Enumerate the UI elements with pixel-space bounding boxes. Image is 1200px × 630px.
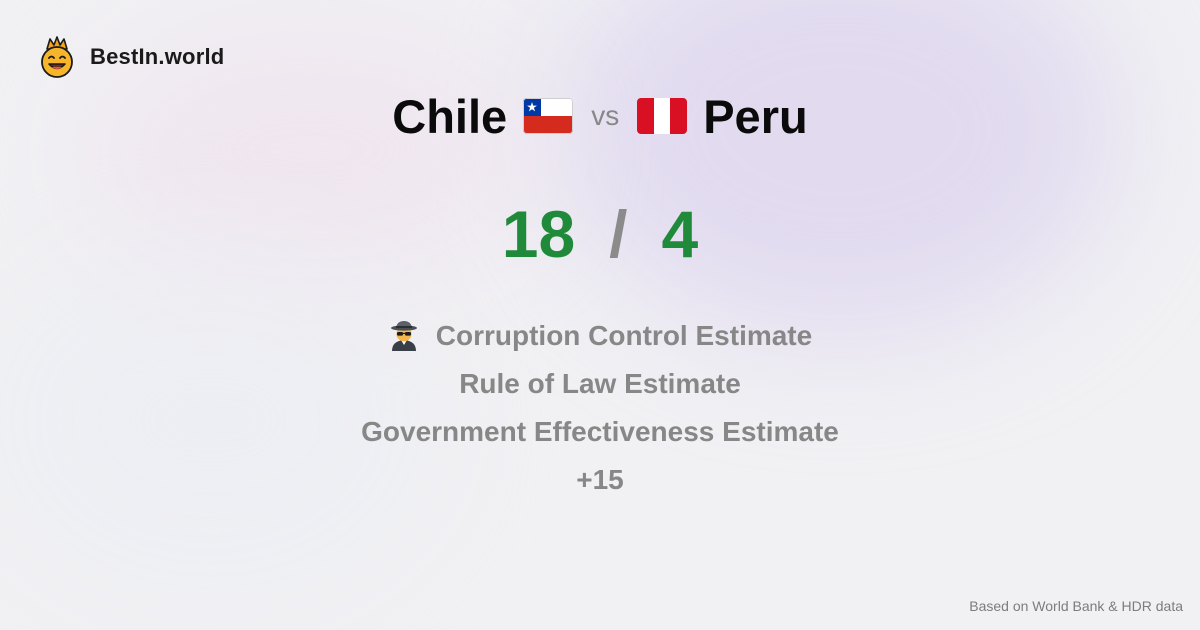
score-display: 18 / 4 (0, 196, 1200, 272)
metric-list: Corruption Control Estimate Rule of Law … (0, 312, 1200, 504)
versus-label: vs (591, 100, 620, 131)
crowned-smiley-icon (38, 36, 76, 78)
more-metrics-count[interactable]: +15 (576, 456, 624, 504)
metric-label: Government Effectiveness Estimate (361, 416, 839, 447)
left-country-name[interactable]: Chile (392, 89, 507, 144)
chile-flag-icon (523, 98, 574, 134)
metric-item[interactable]: Rule of Law Estimate (459, 360, 741, 408)
score-divider: / (609, 197, 628, 271)
metric-item[interactable]: Government Effectiveness Estimate (361, 408, 839, 456)
spy-detective-icon (388, 320, 420, 352)
metric-item[interactable]: Corruption Control Estimate (388, 312, 812, 360)
brand-header[interactable]: BestIn.world (38, 36, 224, 78)
metric-label: Rule of Law Estimate (459, 368, 741, 399)
peru-flag-icon (637, 98, 688, 134)
brand-name: BestIn.world (90, 44, 225, 69)
right-score: 4 (661, 197, 699, 271)
comparison-title: Chile vs Peru (0, 84, 1200, 148)
background-glow (560, 0, 1120, 340)
right-country-name[interactable]: Peru (703, 89, 808, 144)
metric-label: +15 (576, 464, 624, 495)
left-score: 18 (501, 197, 576, 271)
metric-label: Corruption Control Estimate (435, 320, 813, 351)
data-source-note: Based on World Bank & HDR data (969, 598, 1183, 614)
